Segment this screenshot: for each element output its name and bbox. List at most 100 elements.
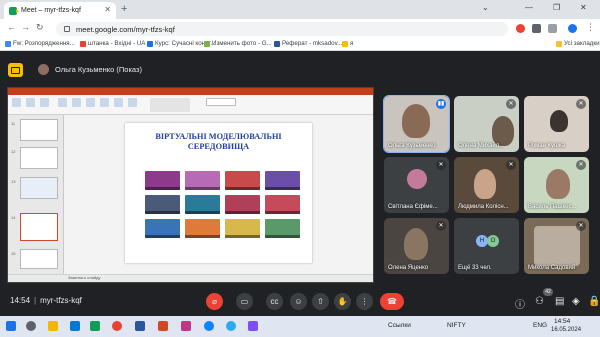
- ribbon-tool-icon: [86, 98, 95, 107]
- new-tab-button[interactable]: +: [121, 3, 127, 15]
- app-icon[interactable]: [248, 321, 258, 331]
- powerpoint-status-bar: Заметки к слайду: [8, 274, 373, 282]
- participant-tile[interactable]: ✕ Людмила Колісн...: [454, 157, 519, 213]
- ribbon-tool-icon: [40, 98, 49, 107]
- powerpoint-icon[interactable]: [158, 321, 168, 331]
- tab-search-icon[interactable]: ⌄: [482, 3, 489, 12]
- search-icon[interactable]: [26, 321, 36, 331]
- participant-tile[interactable]: ✕ Микола Садовий: [524, 218, 589, 274]
- ribbon-dropdown: [206, 98, 236, 106]
- more-participants-tile[interactable]: Н О Ещё 33 чел.: [454, 218, 519, 274]
- mail-icon[interactable]: [70, 321, 80, 331]
- activities-icon[interactable]: ◈: [572, 296, 580, 307]
- extension-icon[interactable]: [516, 24, 525, 33]
- app-icon[interactable]: [181, 321, 191, 331]
- bookmark-item[interactable]: Изменить фото - G...: [204, 40, 272, 47]
- file-explorer-icon[interactable]: [48, 321, 58, 331]
- clock-time[interactable]: 14:54: [554, 318, 570, 325]
- browser-menu-icon[interactable]: ⋮: [586, 22, 595, 33]
- end-call-button[interactable]: ☎: [380, 293, 404, 310]
- participant-video: [404, 228, 428, 260]
- participant-video: [474, 169, 496, 199]
- forward-icon[interactable]: →: [21, 22, 30, 32]
- edge-icon[interactable]: [204, 321, 214, 331]
- avatar: [38, 64, 49, 75]
- camera-button[interactable]: ▭: [236, 293, 253, 310]
- sidebar-icon[interactable]: [548, 24, 557, 33]
- emoji-button[interactable]: ☺: [290, 293, 307, 310]
- people-icon[interactable]: ⚇: [535, 296, 544, 307]
- participant-video: [546, 169, 570, 199]
- participant-tile[interactable]: ✕ Олена Яценко: [384, 218, 449, 274]
- current-slide: ВІРТУАЛЬНІ МОДЕЛЮВАЛЬНІ СЕРЕДОВИЩА: [125, 123, 312, 263]
- slide-image: [185, 195, 220, 214]
- bookmark-item[interactable]: Fw: Розпорядження...: [5, 40, 75, 47]
- folder-icon: [556, 40, 562, 47]
- bookmark-favicon-icon: [204, 40, 210, 47]
- app-icon[interactable]: [90, 321, 100, 331]
- bookmark-item[interactable]: штанка - Вхідні - UA: [80, 40, 145, 47]
- maximize-icon[interactable]: ❐: [553, 3, 560, 12]
- bookmark-item[interactable]: Реферат - mksadov...: [274, 40, 342, 47]
- mic-off-icon: ✕: [576, 99, 586, 109]
- present-screen-icon[interactable]: [8, 63, 23, 77]
- slide-thumbnail: [20, 147, 58, 169]
- ribbon-tool-icon: [128, 98, 137, 107]
- participant-tile[interactable]: ✕ Олена Михайл...: [454, 96, 519, 152]
- ribbon-options-group: [150, 98, 190, 112]
- chrome-icon[interactable]: [112, 321, 122, 331]
- mic-off-icon: ✕: [506, 99, 516, 109]
- browser-tab-meet[interactable]: Meet – myr-tfzs-kqf ✕: [4, 2, 116, 19]
- participant-tile[interactable]: ✕ Роман Кушка: [524, 96, 589, 152]
- host-controls-icon[interactable]: 🔒: [588, 296, 600, 307]
- clock-date[interactable]: 16.05.2024: [551, 327, 581, 333]
- slide-image: [145, 219, 180, 238]
- telegram-icon[interactable]: [226, 321, 236, 331]
- mic-off-button[interactable]: ⌀: [206, 293, 223, 310]
- minimize-icon[interactable]: —: [525, 3, 533, 12]
- back-icon[interactable]: ←: [7, 22, 16, 32]
- reload-icon[interactable]: ↻: [36, 22, 44, 33]
- slide-thumbnail-panel: 11 12 13 14 15: [8, 115, 64, 274]
- mic-off-icon: ✕: [506, 160, 516, 170]
- meeting-code: myr-tfzs-kqf: [40, 296, 82, 305]
- site-info-icon[interactable]: [64, 26, 70, 32]
- more-options-button[interactable]: ⋮: [356, 293, 373, 310]
- browser-tab-strip: Meet – myr-tfzs-kqf ✕ + ⌄ — ❐ ✕: [0, 0, 600, 19]
- presenter-label: Ольга Кузьменко (Показ): [55, 65, 142, 74]
- participant-tile[interactable]: ✕ Світлана Єфіме...: [384, 157, 449, 213]
- participant-tile[interactable]: ✕ Василь Пашкес...: [524, 157, 589, 213]
- avatar: [406, 169, 427, 190]
- chat-icon[interactable]: ▤: [555, 296, 564, 307]
- raise-hand-button[interactable]: ✋: [334, 293, 351, 310]
- speaking-indicator-icon: ▮▮: [436, 99, 446, 109]
- close-window-icon[interactable]: ✕: [580, 3, 587, 12]
- present-button[interactable]: ⇧: [312, 293, 329, 310]
- info-icon[interactable]: ⓘ: [515, 296, 525, 311]
- word-icon[interactable]: [135, 321, 145, 331]
- url-text: meet.google.com/myr-tfzs-kqf: [76, 24, 175, 34]
- slide-image: [185, 171, 220, 190]
- browser-toolbar: ← → ↻ meet.google.com/myr-tfzs-kqf ⋮: [0, 19, 600, 38]
- participant-video: [550, 110, 568, 132]
- bookmark-item[interactable]: я: [342, 40, 353, 47]
- ribbon-tool-icon: [12, 98, 21, 107]
- language-indicator[interactable]: ENG: [533, 322, 547, 329]
- powerpoint-ribbon: [8, 95, 373, 115]
- start-icon[interactable]: [6, 321, 16, 331]
- captions-button[interactable]: cc: [266, 293, 283, 310]
- slide-image: [225, 219, 260, 238]
- slide-thumbnail: [20, 119, 58, 141]
- ribbon-tool-icon: [72, 98, 81, 107]
- participant-video: [534, 226, 580, 266]
- stock-ticker[interactable]: NIFTY: [447, 322, 466, 329]
- profile-avatar[interactable]: [568, 24, 577, 33]
- all-bookmarks-button[interactable]: Усі закладки: [556, 40, 600, 47]
- avatar: О: [487, 235, 499, 247]
- meeting-time: 14:54: [10, 296, 31, 305]
- address-bar[interactable]: meet.google.com/myr-tfzs-kqf: [56, 22, 508, 36]
- participant-tile[interactable]: ▮▮ Ольга Кузьменко: [383, 95, 450, 153]
- taskbar-links[interactable]: Ссылки: [388, 322, 411, 329]
- extensions-puzzle-icon[interactable]: [532, 24, 541, 33]
- close-tab-icon[interactable]: ✕: [104, 5, 111, 14]
